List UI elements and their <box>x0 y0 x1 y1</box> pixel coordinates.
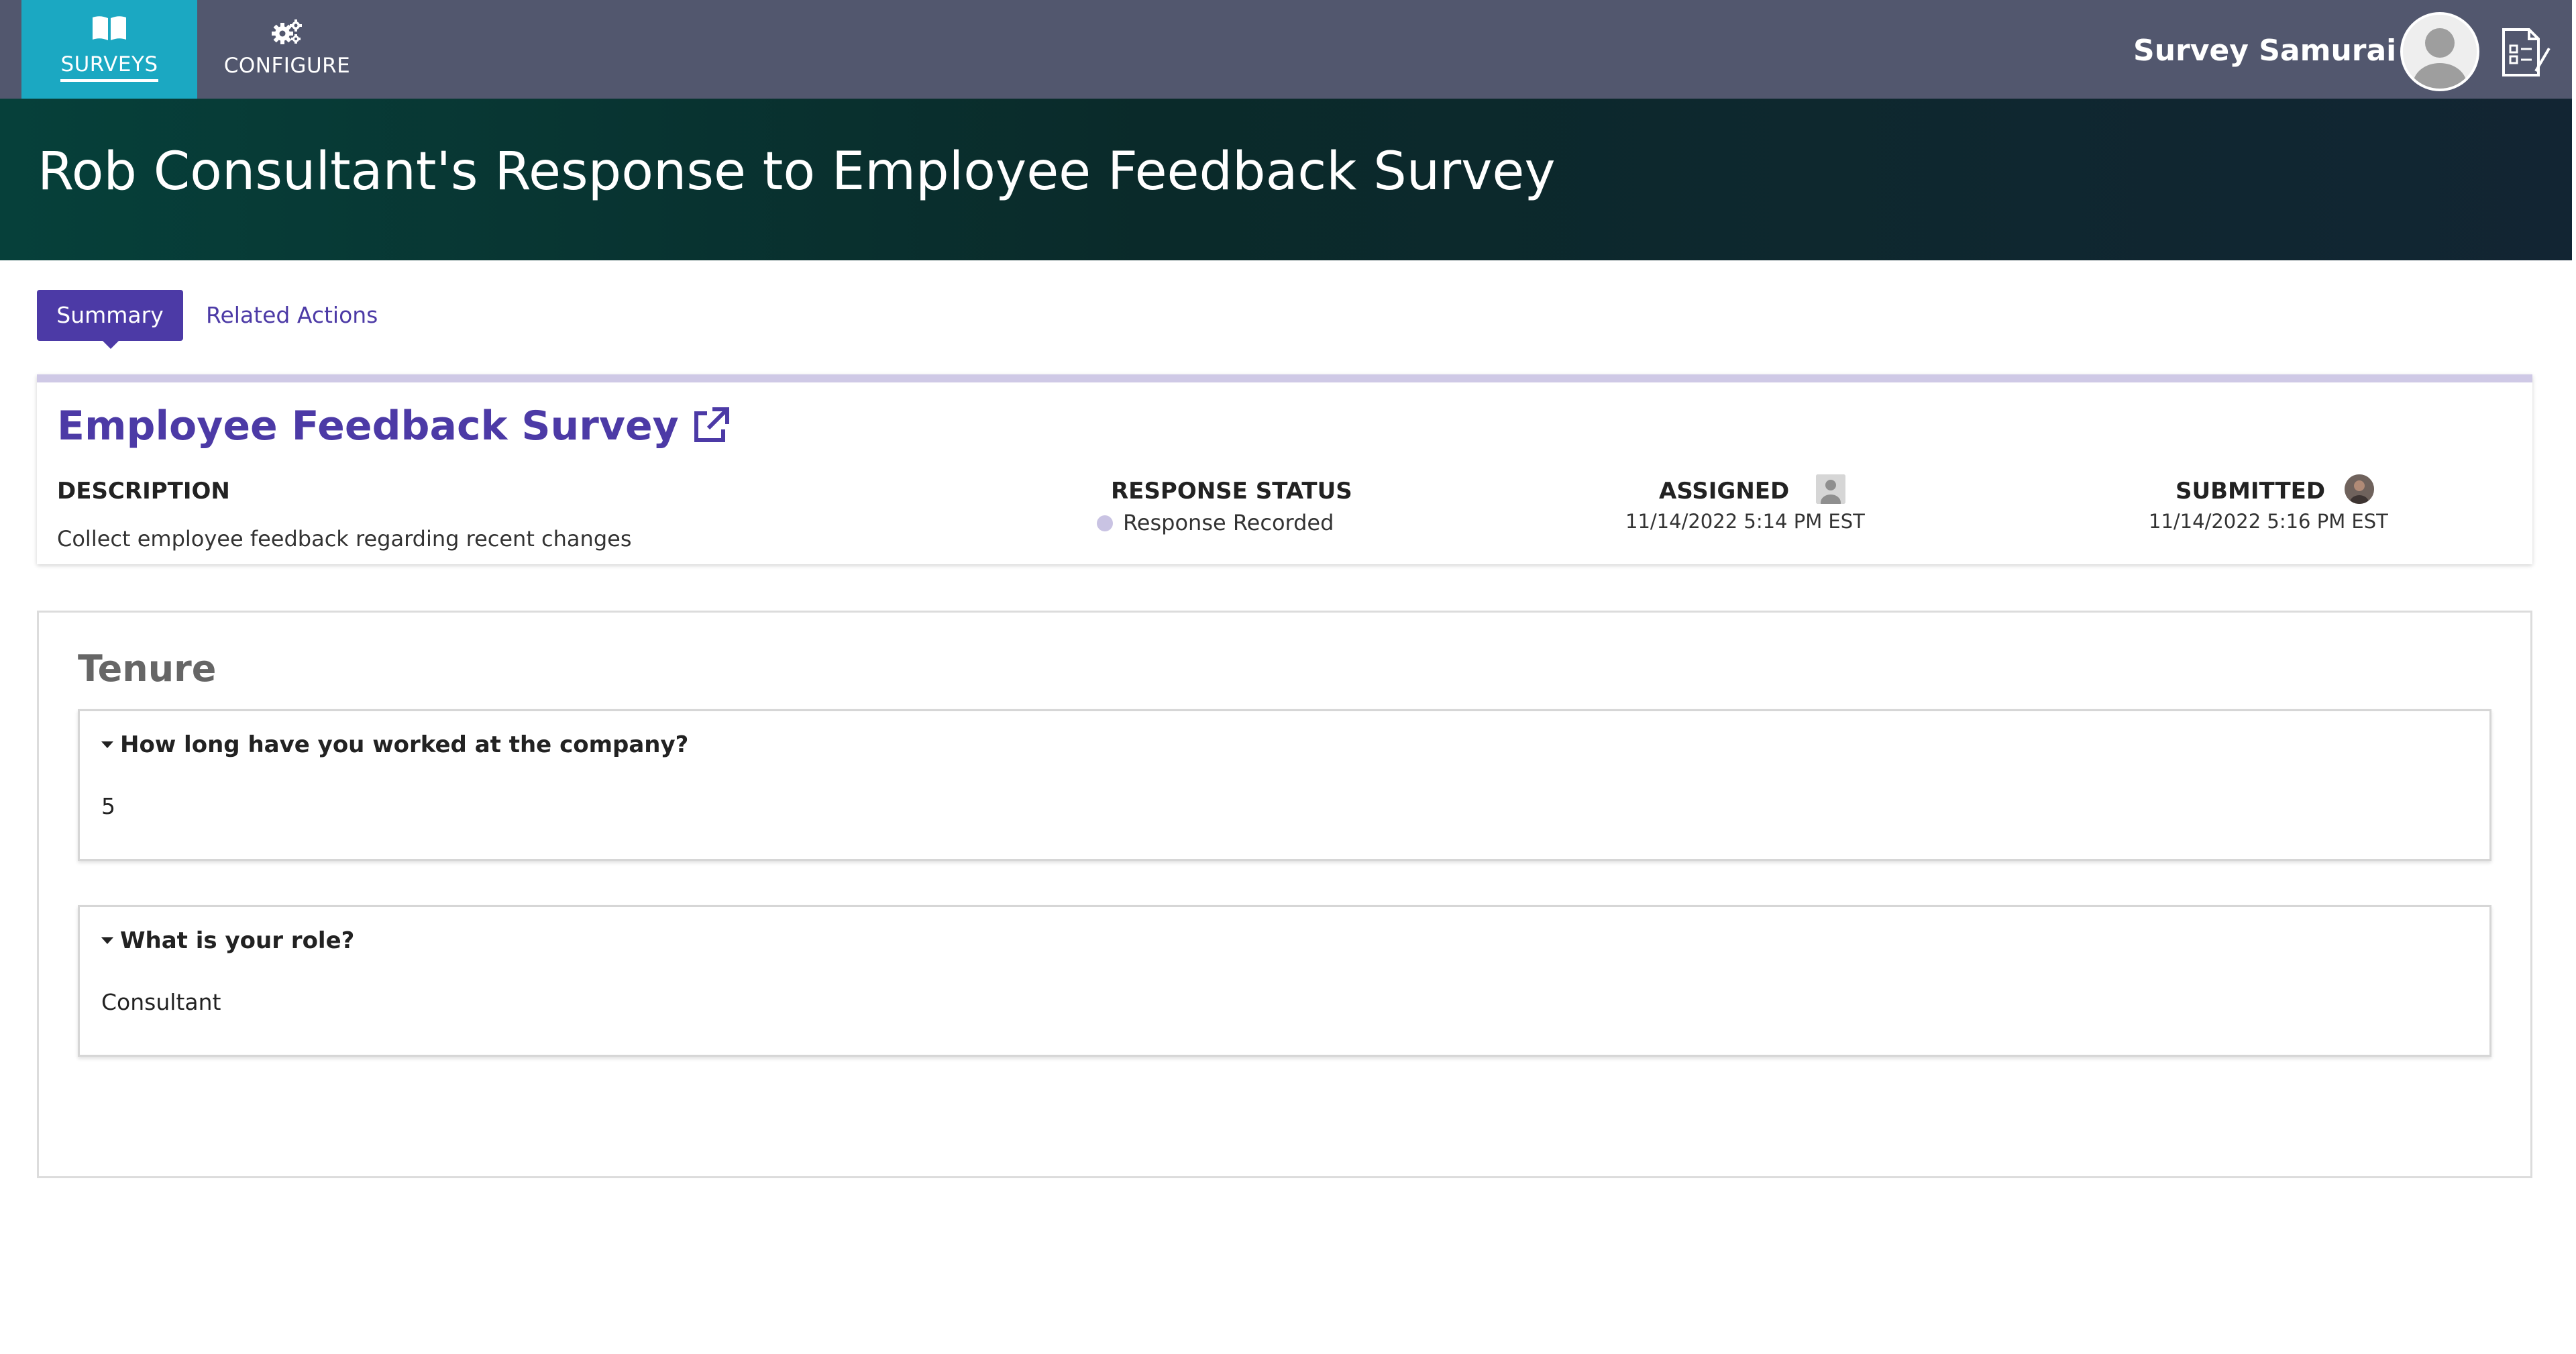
top-navigation-bar: SURVEYS CONFIGURE Survey Samurai <box>0 0 2572 99</box>
question-toggle[interactable]: How long have you worked at the company? <box>101 731 688 758</box>
user-silhouette-icon <box>2403 15 2477 89</box>
question-answer: 5 <box>101 793 115 819</box>
survey-summary-card: Employee Feedback Survey DESCRIPTION Col… <box>37 374 2532 564</box>
question-card: How long have you worked at the company?… <box>78 709 2491 861</box>
nav-label-configure: CONFIGURE <box>223 53 351 78</box>
survey-name: Employee Feedback Survey <box>57 403 679 450</box>
question-text: How long have you worked at the company? <box>120 731 689 758</box>
description-text: Collect employee feedback regarding rece… <box>57 526 632 552</box>
question-card: What is your role? Consultant <box>78 905 2491 1057</box>
survey-name-link[interactable]: Employee Feedback Survey <box>57 403 731 450</box>
submitted-label: SUBMITTED <box>2176 478 2326 505</box>
assigned-label: ASSIGNED <box>1659 478 1790 505</box>
page-header-banner: Rob Consultant's Response to Employee Fe… <box>0 99 2572 260</box>
tab-summary[interactable]: Summary <box>37 290 183 349</box>
user-menu-dropdown[interactable]: Survey Samurai <box>2133 27 2420 74</box>
question-text: What is your role? <box>120 927 355 954</box>
gears-icon <box>272 19 302 44</box>
caret-down-icon <box>101 937 113 944</box>
status-dot-icon <box>1097 515 1113 531</box>
section-title: Tenure <box>78 647 217 690</box>
app-root: SURVEYS CONFIGURE Survey Samurai Rob Con… <box>0 0 2576 1354</box>
response-section: Tenure How long have you worked at the c… <box>37 611 2532 1178</box>
question-toggle[interactable]: What is your role? <box>101 927 354 954</box>
tab-related-actions[interactable]: Related Actions <box>206 290 378 341</box>
assigned-date: 11/14/2022 5:14 PM EST <box>1625 510 1865 533</box>
nav-label-surveys: SURVEYS <box>60 52 158 82</box>
nav-item-configure[interactable]: CONFIGURE <box>197 0 377 99</box>
assigned-user-avatar-icon <box>1816 474 1845 504</box>
description-label: DESCRIPTION <box>57 478 230 505</box>
caret-down-icon <box>101 741 113 748</box>
response-status-value: Response Recorded <box>1123 510 1334 535</box>
submitted-user-avatar-icon <box>2345 474 2374 504</box>
question-answer: Consultant <box>101 989 221 1015</box>
user-avatar[interactable] <box>2400 12 2479 91</box>
page-title: Rob Consultant's Response to Employee Fe… <box>38 142 1556 202</box>
book-icon <box>93 15 126 40</box>
response-status-label: RESPONSE STATUS <box>1111 478 1352 505</box>
user-name: Survey Samurai <box>2133 33 2397 68</box>
document-list-icon[interactable] <box>2497 21 2553 81</box>
nav-item-surveys[interactable]: SURVEYS <box>21 0 197 99</box>
external-link-icon <box>694 407 729 442</box>
submitted-date: 11/14/2022 5:16 PM EST <box>2149 510 2388 533</box>
